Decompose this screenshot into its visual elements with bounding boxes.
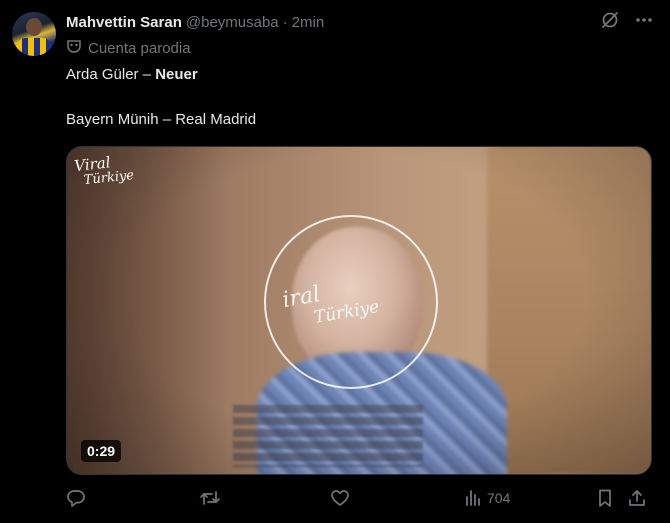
share-icon [627,488,647,508]
bookmark-button[interactable] [595,488,615,508]
user-handle[interactable]: @beymusaba [186,14,279,31]
tweet-text-normal: Arda Güler – [66,66,156,83]
channel-logo: Viral Türkiye [73,152,134,190]
display-name[interactable]: Mahvettin Saran [66,14,182,31]
views-count: 704 [487,490,511,506]
like-button[interactable] [330,488,350,508]
mask-icon [66,38,82,58]
reply-button[interactable] [66,488,86,508]
retweet-button[interactable] [199,488,221,508]
tweet-action-bar: 704 [66,488,650,510]
views-button[interactable]: 704 [463,488,510,508]
avatar-shirt [16,38,52,56]
video-player[interactable]: iral Türkiye Viral Türkiye 0:29 [66,146,652,475]
retweet-icon [199,488,221,508]
tweet-top-actions [600,10,654,30]
views-icon [463,488,483,508]
grok-icon[interactable] [600,10,620,30]
share-button[interactable] [627,488,647,508]
reply-icon [66,488,86,508]
like-icon [330,488,350,508]
more-icon[interactable] [634,10,654,30]
tweet-text-bold: Neuer [155,66,198,83]
tweet-text-line-1: Arda Güler – Neuer [66,66,198,83]
video-duration-badge: 0:29 [81,440,122,462]
tweet[interactable]: Mahvettin Saran @beymusaba · 2min Cuenta… [0,0,670,523]
avatar[interactable] [12,12,56,56]
bookmark-icon [595,488,615,508]
tweet-header: Mahvettin Saran @beymusaba · 2min [66,12,324,32]
parody-text: Cuenta parodia [88,39,191,57]
separator-dot: · [282,13,288,31]
avatar-face [26,18,42,36]
tweet-text-line-2: Bayern Münih – Real Madrid [66,111,257,128]
timestamp[interactable]: 2min [292,14,325,31]
parody-label: Cuenta parodia [66,38,191,58]
